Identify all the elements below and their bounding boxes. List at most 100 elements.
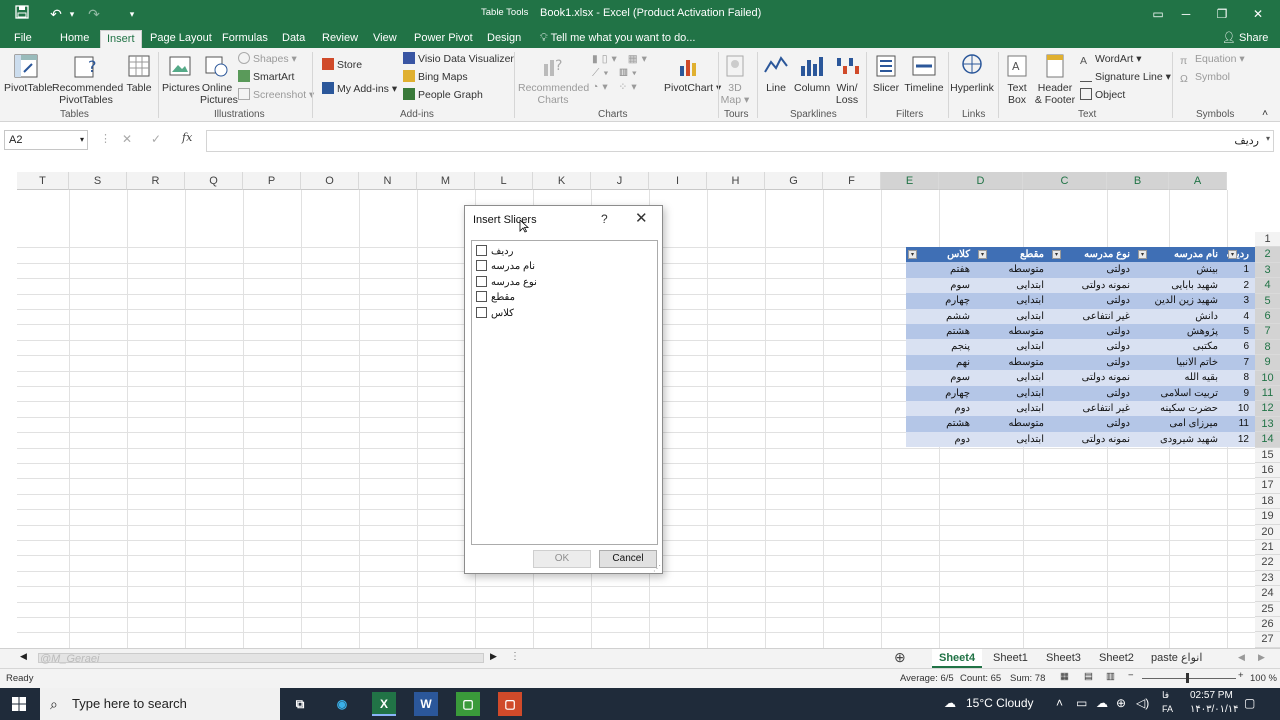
clock-date[interactable]: ۱۴۰۳/۰۱/۱۴ [1190,704,1239,715]
3d-map-button[interactable]: 3D Map ▾ [720,52,750,106]
table-cell[interactable]: ابتدایی [976,339,1050,354]
column-header[interactable]: M [417,172,475,190]
tab-view[interactable]: View [367,30,403,48]
table-cell[interactable]: نمونه دولتی [1050,278,1136,293]
page-break-view-icon[interactable]: ▥ [1106,671,1115,682]
filter-dropdown-icon[interactable]: ▾ [908,250,917,259]
column-header[interactable]: T [17,172,69,190]
row-header[interactable]: 23 [1255,570,1280,587]
checkbox[interactable] [476,245,487,256]
column-header[interactable]: G [765,172,823,190]
pictures-button[interactable]: Pictures [162,52,200,94]
normal-view-icon[interactable]: ▦ [1060,671,1069,682]
table-cell[interactable]: هشتم [906,324,976,339]
restore-button[interactable]: ❐ [1208,4,1236,24]
row-header[interactable]: 1 [1255,232,1280,248]
pivotchart-button[interactable]: PivotChart ▾ [664,52,721,94]
table-cell[interactable]: خاتم الانبیا [1136,355,1224,370]
column-header[interactable]: C [1023,172,1107,190]
sparkline-winloss-button[interactable]: Win/Loss [832,52,862,106]
table-cell[interactable]: ابتدایی [976,370,1050,385]
table-cell[interactable]: 6 [1226,339,1255,354]
tab-file[interactable]: File [8,30,38,48]
table-cell[interactable]: سوم [906,278,976,293]
text-box-button[interactable]: A Text Box [1002,52,1032,106]
table-cell[interactable]: 12 [1226,432,1255,447]
table-cell[interactable]: ابتدایی [976,401,1050,416]
tab-design[interactable]: Design [481,30,527,48]
table-cell[interactable]: مکتبی [1136,339,1224,354]
column-header[interactable]: I [649,172,707,190]
table-cell[interactable]: نهم [906,355,976,370]
row-header[interactable]: 22 [1255,555,1280,571]
row-header[interactable]: 7 [1255,324,1280,340]
filter-dropdown-icon[interactable]: ▾ [1052,250,1061,259]
row-header[interactable]: 12 [1255,401,1280,417]
column-header[interactable]: B [1107,172,1169,190]
visio-visualizer-button[interactable]: Visio Data Visualizer [403,52,514,66]
table-cell[interactable]: 5 [1226,324,1255,339]
column-header[interactable]: Q [185,172,243,190]
name-box[interactable]: A2 ▾ [4,130,88,150]
filter-dropdown-icon[interactable]: ▾ [978,250,987,259]
table-cell[interactable]: دولتی [1050,416,1136,431]
table-cell[interactable]: متوسطه [976,324,1050,339]
volume-icon[interactable]: ◁) [1136,696,1149,710]
table-button[interactable]: Table [124,52,154,94]
row-header[interactable]: 25 [1255,601,1280,617]
table-cell[interactable]: ششم [906,309,976,324]
table-cell[interactable]: دوم [906,401,976,416]
slicer-field-option[interactable]: ردیف [476,245,513,259]
new-sheet-icon[interactable]: ⊕ [894,649,906,666]
row-header[interactable]: 14 [1255,432,1280,448]
row-header[interactable]: 17 [1255,478,1280,494]
formula-bar-options-icon[interactable]: ⋮ [100,132,111,145]
share-button[interactable]: 👤︎ Share [1216,30,1274,48]
table-cell[interactable]: دولتی [1050,355,1136,370]
page-layout-view-icon[interactable]: ▤ [1084,671,1093,682]
tab-split-handle-icon[interactable]: ⋮ [510,651,520,662]
table-cell[interactable]: پنجم [906,339,976,354]
weather-text[interactable]: 15°C Cloudy [966,696,1034,710]
name-box-dropdown-icon[interactable]: ▾ [80,131,84,149]
cancel-button[interactable]: Cancel [599,550,657,568]
table-cell[interactable]: دولتی [1050,293,1136,308]
zoom-level[interactable]: 100 % [1250,673,1277,684]
column-header[interactable]: R [127,172,185,190]
checkbox[interactable] [476,291,487,303]
sparkline-line-button[interactable]: Line [762,52,790,94]
slicer-field-option[interactable]: نوع مدرسه [476,275,537,290]
tab-review[interactable]: Review [316,30,364,48]
tray-icon-2[interactable]: ☁︎ [1096,696,1108,710]
table-cell[interactable]: شهید شیرودی [1136,432,1224,447]
excel-taskbar-icon[interactable]: X [372,692,396,716]
row-header[interactable]: 16 [1255,463,1280,479]
column-header[interactable]: E [881,172,939,190]
table-cell[interactable]: بینش [1136,262,1224,277]
windows-start-icon[interactable] [12,697,26,711]
pivottable-button[interactable]: PivotTable [4,52,52,94]
smartart-button[interactable]: SmartArt [238,70,294,84]
weather-icon[interactable]: ☁︎ [944,696,956,710]
table-cell[interactable]: حضرت سکینه [1136,401,1224,416]
row-header[interactable]: 4 [1255,278,1280,294]
save-icon[interactable] [12,4,32,24]
column-header[interactable]: J [591,172,649,190]
checkbox[interactable] [476,260,487,272]
minimize-button[interactable]: ─ [1172,4,1200,24]
camtasia-recorder-icon[interactable]: ▢ [456,692,480,716]
help-icon[interactable]: ? [601,212,608,226]
table-cell[interactable]: چهارم [906,293,976,308]
table-header-cell[interactable]: نوع مدرسه [1050,247,1136,262]
table-cell[interactable]: 4 [1226,309,1255,324]
row-header[interactable]: 19 [1255,509,1280,525]
column-header[interactable]: K [533,172,591,190]
row-header[interactable]: 6 [1255,309,1280,325]
table-cell[interactable]: نمونه دولتی [1050,370,1136,385]
row-header[interactable]: 24 [1255,586,1280,602]
my-addins-button[interactable]: My Add-ins ▾ [322,82,397,96]
table-cell[interactable]: چهارم [906,386,976,401]
row-header[interactable]: 10 [1255,370,1280,386]
row-header[interactable]: 18 [1255,493,1280,510]
table-cell[interactable]: دوم [906,432,976,447]
